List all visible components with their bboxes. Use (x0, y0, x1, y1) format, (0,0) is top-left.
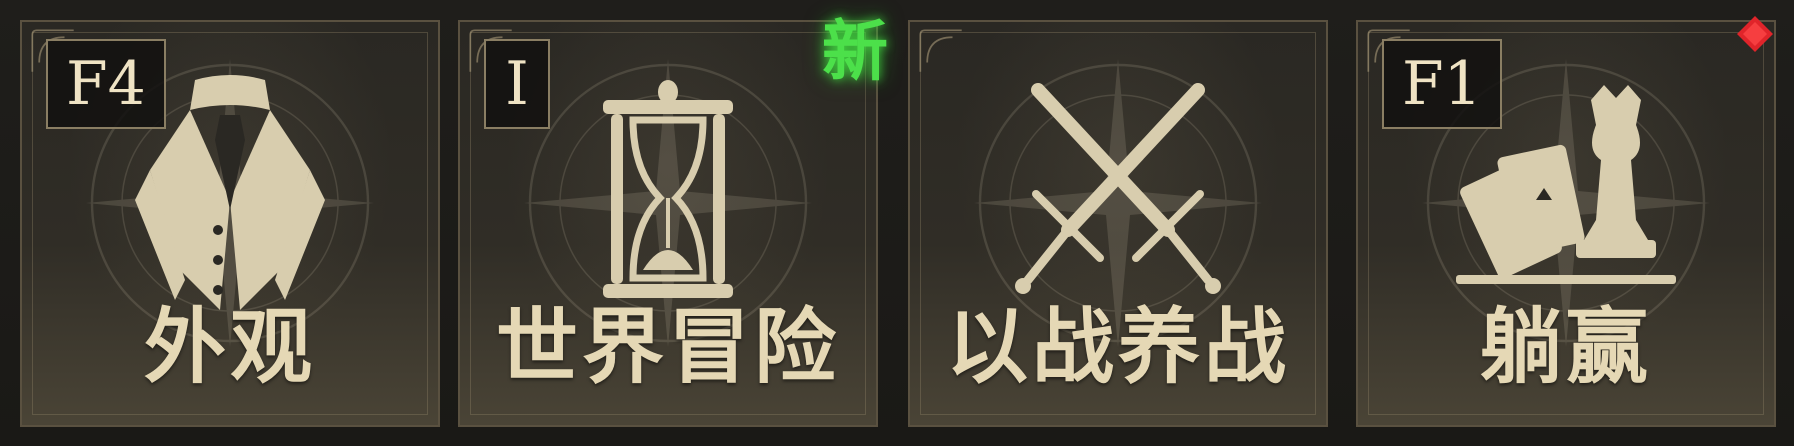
menu-panel: F4 外观 I 世界冒险 新 以战养战 F1 躺赢 (0, 0, 1794, 446)
notification-dot-icon (1737, 16, 1773, 52)
hourglass-icon (603, 80, 733, 298)
card-label: 躺赢 (1479, 300, 1652, 395)
new-badge: 新 (822, 12, 888, 90)
appearance-card[interactable]: F4 外观 (20, 20, 440, 427)
suit-icon (135, 75, 325, 310)
crossed-swords-icon (1015, 83, 1221, 294)
cards-and-chess-icon (1456, 85, 1676, 284)
card-label: 外观 (143, 300, 316, 395)
lie-flat-win-card[interactable]: F1 躺赢 (1356, 20, 1776, 427)
world-adventure-card[interactable]: I 世界冒险 (458, 20, 878, 427)
fight-sustain-card[interactable]: 以战养战 (908, 20, 1328, 427)
card-label: 世界冒险 (495, 300, 840, 395)
corner-ornament-icon (919, 29, 962, 72)
card-label: 以战养战 (945, 300, 1290, 395)
